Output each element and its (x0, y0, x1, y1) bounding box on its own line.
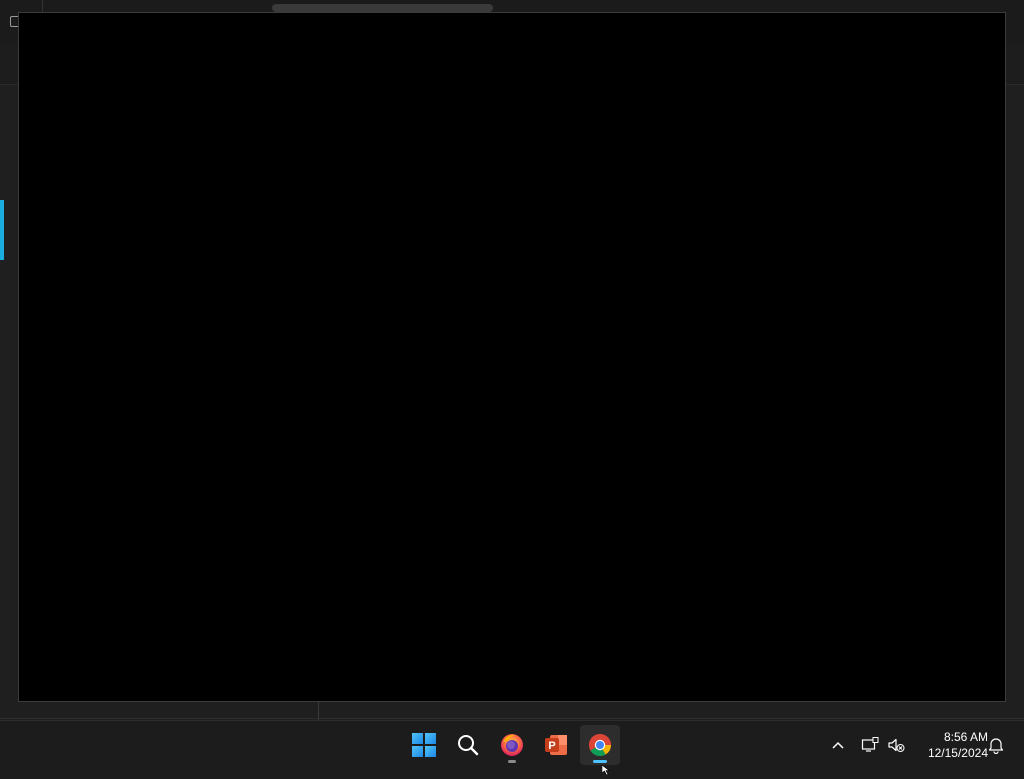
windows-start-icon (412, 733, 436, 757)
powerpoint-icon: P (545, 735, 567, 755)
network-icon (861, 737, 879, 752)
clock-date: 12/15/2024 (927, 746, 988, 760)
desktop (0, 0, 1024, 720)
notification-button[interactable] (984, 733, 1008, 757)
chrome-icon (589, 734, 611, 756)
volume-muted-icon (888, 738, 905, 752)
show-hidden-icons-button[interactable] (826, 733, 850, 757)
focused-indicator (593, 760, 607, 763)
bell-icon (988, 738, 1004, 754)
clock[interactable]: 8:56 AM 12/15/2024 (912, 727, 988, 763)
svg-text:P: P (548, 740, 555, 752)
search-button[interactable] (448, 725, 488, 765)
firefox-taskbar-button[interactable] (492, 725, 532, 765)
volume-button[interactable] (884, 733, 908, 757)
clock-time: 8:56 AM (943, 730, 988, 744)
running-indicator (508, 760, 516, 763)
chevron-up-icon (832, 741, 844, 749)
black-foreground-window[interactable] (18, 12, 1006, 702)
start-button[interactable] (404, 725, 444, 765)
firefox-icon (501, 734, 523, 756)
chrome-taskbar-button[interactable] (580, 725, 620, 765)
sidebar-selection-indicator (0, 200, 4, 260)
search-icon (458, 735, 479, 756)
network-status-button[interactable] (858, 733, 882, 757)
taskbar: P 8:56 AM 12/15/2024 (0, 720, 1024, 768)
status-line (0, 718, 1024, 719)
powerpoint-taskbar-button[interactable]: P (536, 725, 576, 765)
background-tab-handle[interactable] (272, 4, 493, 12)
